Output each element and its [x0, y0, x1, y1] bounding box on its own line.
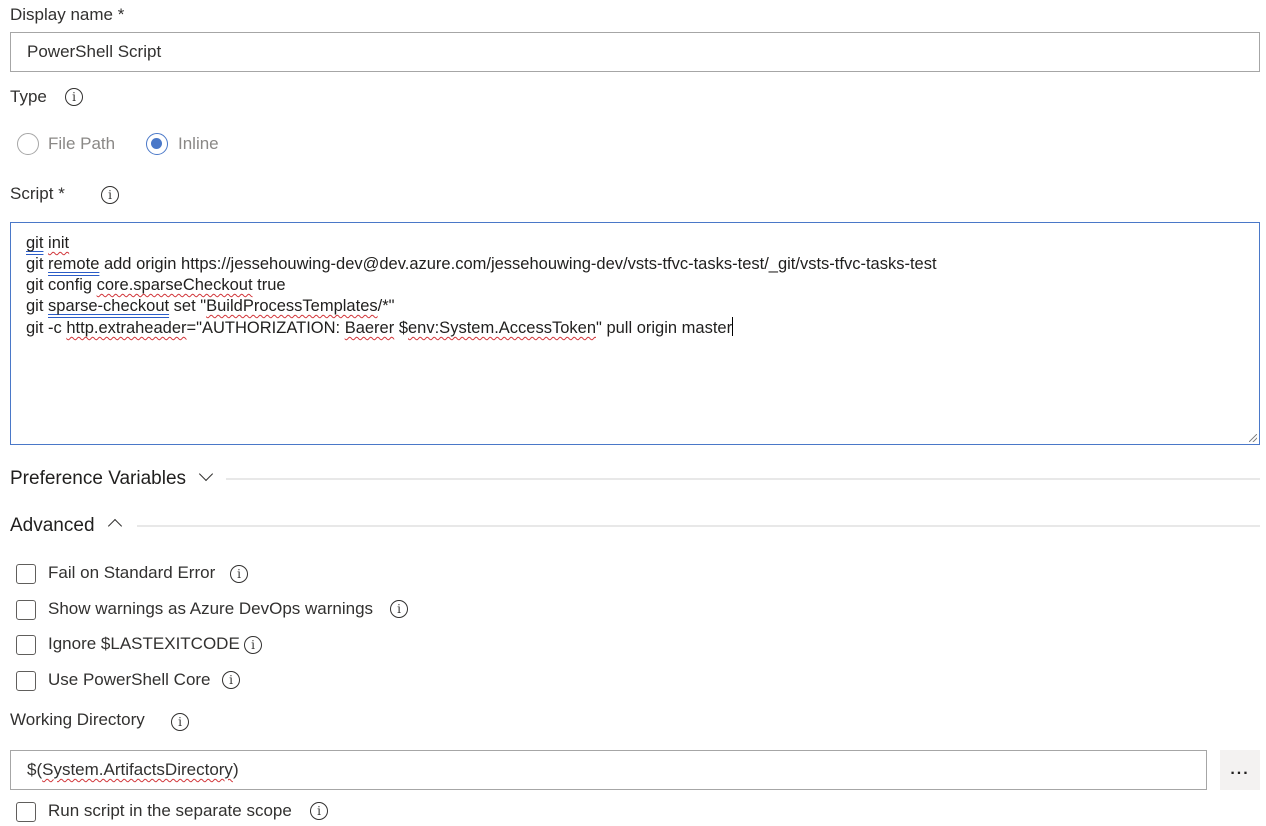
spell-error: Baerer — [344, 319, 395, 337]
working-directory-info-icon[interactable]: i — [171, 713, 189, 731]
script-line: git remote add origin https://jessehouwi… — [26, 254, 1244, 275]
script-text: set " — [169, 297, 207, 315]
section-divider — [226, 478, 1260, 480]
grammar-mark: remote — [48, 255, 100, 273]
working-directory-input[interactable]: $(System.ArtifactsDirectory) — [10, 750, 1207, 790]
chevron-up-icon — [107, 518, 122, 534]
preference-variables-header[interactable]: Preference Variables — [10, 466, 214, 490]
use-pwsh-core-info-icon[interactable]: i — [222, 671, 240, 689]
script-text: git config — [26, 276, 97, 294]
script-line: git -c http.extraheader="AUTHORIZATION: … — [26, 317, 1244, 339]
script-text: git — [26, 297, 49, 315]
chevron-down-icon — [199, 466, 214, 482]
script-text: " pull origin master — [596, 319, 733, 337]
ignore-lastexitcode-info-icon[interactable]: i — [244, 636, 262, 654]
spell-error: core.sparseCheckout — [96, 276, 253, 294]
radio-inline[interactable] — [146, 133, 168, 155]
script-label: Script * — [10, 184, 65, 204]
radio-file-path-label[interactable]: File Path — [48, 134, 115, 154]
spell-error: init — [48, 234, 70, 252]
script-label-text: Script — [10, 184, 54, 203]
fail-on-stderr-label[interactable]: Fail on Standard Error — [48, 563, 215, 583]
separate-scope-label[interactable]: Run script in the separate scope — [48, 801, 292, 821]
script-text: git — [26, 255, 49, 273]
fail-on-stderr-info-icon[interactable]: i — [230, 565, 248, 583]
script-text: git -c — [26, 319, 67, 337]
browse-button[interactable]: ... — [1220, 750, 1260, 790]
script-textarea[interactable]: git init git remote add origin https://je… — [10, 222, 1260, 445]
advanced-header[interactable]: Advanced — [10, 515, 122, 537]
separate-scope-checkbox[interactable] — [16, 802, 36, 822]
grammar-mark: sparse-checkout — [48, 297, 170, 315]
grammar-mark: git — [26, 234, 44, 252]
type-info-icon[interactable]: i — [65, 88, 83, 106]
use-pwsh-core-label[interactable]: Use PowerShell Core — [48, 670, 211, 690]
script-line: git sparse-checkout set "BuildProcessTem… — [26, 296, 1244, 317]
working-directory-label: Working Directory — [10, 710, 145, 729]
display-name-input[interactable]: PowerShell Script — [10, 32, 1260, 72]
type-label: Type — [10, 87, 47, 106]
section-divider — [137, 525, 1260, 527]
script-content: git init git remote add origin https://je… — [26, 233, 1244, 339]
ignore-lastexitcode-checkbox[interactable] — [16, 635, 36, 655]
advanced-title: Advanced — [10, 515, 95, 536]
required-mark: * — [58, 184, 65, 203]
radio-file-path[interactable] — [17, 133, 39, 155]
text-caret — [732, 317, 734, 336]
ignore-lastexitcode-label[interactable]: Ignore $LASTEXITCODE — [48, 634, 240, 654]
resize-handle[interactable] — [1249, 434, 1257, 442]
working-directory-value: $(System.ArtifactsDirectory) — [27, 760, 239, 779]
preference-variables-title: Preference Variables — [10, 468, 187, 489]
spell-error: System.ArtifactsDirectory — [42, 760, 233, 779]
fail-on-stderr-checkbox[interactable] — [16, 564, 36, 584]
script-text: true — [252, 276, 286, 294]
spell-error: BuildProcessTemplates — [206, 297, 378, 315]
script-text: add origin https://jessehouwing-dev@dev.… — [99, 255, 937, 273]
use-pwsh-core-checkbox[interactable] — [16, 671, 36, 691]
display-name-value: PowerShell Script — [27, 42, 162, 61]
script-line: git config core.sparseCheckout true — [26, 275, 1244, 296]
script-text: $ — [394, 319, 408, 337]
spell-error: env:System.AccessToken — [408, 319, 596, 337]
spell-error: http.extraheader — [66, 319, 187, 337]
display-name-label: Display name * — [10, 5, 124, 25]
show-warnings-checkbox[interactable] — [16, 600, 36, 620]
required-mark: * — [117, 5, 125, 24]
script-line: git init — [26, 233, 1244, 254]
script-text: /*" — [377, 297, 395, 315]
script-text: ="AUTHORIZATION: — [186, 319, 345, 337]
separate-scope-info-icon[interactable]: i — [310, 802, 328, 820]
script-info-icon[interactable]: i — [101, 186, 119, 204]
display-name-label-text: Display name — [10, 5, 113, 24]
show-warnings-info-icon[interactable]: i — [390, 600, 408, 618]
radio-inline-label[interactable]: Inline — [178, 134, 219, 154]
show-warnings-label[interactable]: Show warnings as Azure DevOps warnings — [48, 599, 373, 619]
